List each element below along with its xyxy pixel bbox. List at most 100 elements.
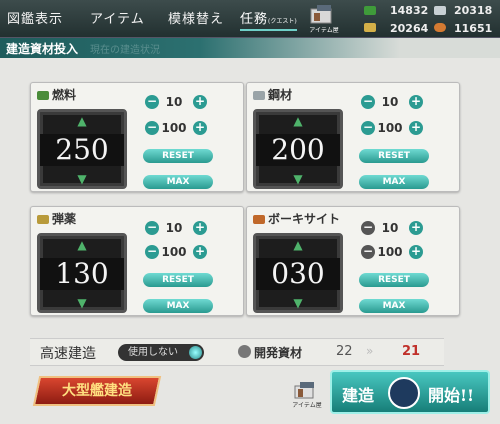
start-build-label-1: 建造 bbox=[342, 386, 375, 405]
tab-encyclopedia[interactable]: 図鑑表示 bbox=[7, 8, 63, 27]
ammo-plus-10-button[interactable]: + bbox=[193, 221, 207, 235]
fuel-decrease-arrow[interactable]: ▼ bbox=[75, 173, 89, 185]
section-header: 建造資材投入 現在の建造状況 bbox=[0, 38, 500, 58]
fuel-name: 燃料 bbox=[52, 88, 77, 102]
bauxite-icon bbox=[434, 23, 446, 32]
tab-quest[interactable]: 任務(クエスト) bbox=[240, 8, 297, 31]
ammo-step-10: 10 bbox=[165, 221, 183, 235]
steel-plus-100-button[interactable]: + bbox=[409, 121, 423, 135]
fuel-increase-arrow[interactable]: ▲ bbox=[75, 115, 89, 127]
bauxite-plus-10-button[interactable]: + bbox=[409, 221, 423, 235]
fuel-value: 250 bbox=[40, 134, 124, 166]
dev-material-label: 開発資材 bbox=[254, 346, 303, 360]
bauxite-value: 030 bbox=[256, 258, 340, 290]
bauxite-minus-100-button[interactable]: − bbox=[361, 245, 375, 259]
steel-title: 鋼材 bbox=[253, 86, 292, 103]
fuel-count: 14832 bbox=[390, 4, 429, 17]
section-ghost-text: 現在の建造状況 bbox=[90, 45, 160, 56]
fuel-minus-100-button[interactable]: − bbox=[145, 121, 159, 135]
ammo-value: 130 bbox=[40, 258, 124, 290]
fuel-title-icon bbox=[37, 91, 49, 100]
fast-build-toggle[interactable]: 使用しない bbox=[118, 344, 204, 361]
ammo-title: 弾薬 bbox=[37, 210, 76, 227]
ammo-icon bbox=[364, 23, 376, 32]
steel-decrease-arrow[interactable]: ▼ bbox=[291, 173, 305, 185]
dev-material-current: 22 bbox=[336, 344, 353, 359]
fast-build-row: 高速建造 使用しない 開発資材 22 » 21 bbox=[30, 338, 444, 366]
bauxite-counter: ▲ 030 ▼ bbox=[253, 233, 343, 313]
steel-minus-100-button[interactable]: − bbox=[361, 121, 375, 135]
steel-max-button[interactable]: MAX bbox=[359, 175, 429, 189]
fast-build-label: 高速建造 bbox=[40, 346, 96, 362]
steel-step-10: 10 bbox=[381, 95, 399, 109]
tab-furniture[interactable]: 模様替え bbox=[168, 8, 224, 27]
fuel-reset-button[interactable]: RESET bbox=[143, 149, 213, 163]
dev-material-after: 21 bbox=[402, 344, 421, 359]
start-build-button[interactable]: 建造 開始!! bbox=[330, 370, 490, 414]
top-bar: 図鑑表示 アイテム 模様替え 任務(クエスト) アイテム屋 14832 2031… bbox=[0, 0, 500, 38]
item-shop-button[interactable]: アイテム屋 bbox=[305, 3, 343, 35]
bauxite-increase-arrow[interactable]: ▲ bbox=[291, 239, 305, 251]
shop-icon bbox=[294, 382, 314, 399]
steel-minus-10-button[interactable]: − bbox=[361, 95, 375, 109]
steel-plus-10-button[interactable]: + bbox=[409, 95, 423, 109]
steel-name: 鋼材 bbox=[268, 88, 293, 102]
bauxite-reset-button[interactable]: RESET bbox=[359, 273, 429, 287]
ammo-minus-10-button[interactable]: − bbox=[145, 221, 159, 235]
bauxite-step-10: 10 bbox=[381, 221, 399, 235]
ammo-panel: 弾薬 ▲ 130 ▼ − 10 + − 100 + RESET MAX bbox=[30, 206, 244, 316]
ammo-increase-arrow[interactable]: ▲ bbox=[75, 239, 89, 251]
ammo-name: 弾薬 bbox=[52, 212, 77, 226]
ammo-decrease-arrow[interactable]: ▼ bbox=[75, 297, 89, 309]
steel-panel: 鋼材 ▲ 200 ▼ − 10 + − 100 + RESET MAX bbox=[246, 82, 460, 192]
steel-reset-button[interactable]: RESET bbox=[359, 149, 429, 163]
ammo-counter: ▲ 130 ▼ bbox=[37, 233, 127, 313]
tab-quest-label: 任務 bbox=[240, 12, 269, 27]
fuel-step-10: 10 bbox=[165, 95, 183, 109]
fuel-icon bbox=[364, 6, 376, 15]
fuel-max-button[interactable]: MAX bbox=[143, 175, 213, 189]
large-build-button[interactable]: 大型艦建造 bbox=[32, 376, 162, 406]
steel-count: 20318 bbox=[454, 4, 493, 17]
dev-material-icon bbox=[238, 345, 251, 358]
ammo-max-button[interactable]: MAX bbox=[143, 299, 213, 313]
steel-icon bbox=[434, 6, 446, 15]
bauxite-minus-10-button[interactable]: − bbox=[361, 221, 375, 235]
section-title: 建造資材投入 bbox=[6, 42, 79, 56]
fast-build-toggle-text: 使用しない bbox=[128, 347, 178, 358]
game-screen: 図鑑表示 アイテム 模様替え 任務(クエスト) アイテム屋 14832 2031… bbox=[0, 0, 500, 424]
bauxite-name: ボーキサイト bbox=[268, 212, 341, 226]
bauxite-step-100: 100 bbox=[377, 245, 403, 259]
item-shop-button-bottom[interactable]: アイテム屋 bbox=[290, 380, 324, 410]
bauxite-panel: ボーキサイト ▲ 030 ▼ − 10 + − 100 + RESET MAX bbox=[246, 206, 460, 316]
fuel-plus-100-button[interactable]: + bbox=[193, 121, 207, 135]
tab-items[interactable]: アイテム bbox=[90, 8, 145, 27]
ammo-title-icon bbox=[37, 215, 49, 224]
bauxite-decrease-arrow[interactable]: ▼ bbox=[291, 297, 305, 309]
fuel-title: 燃料 bbox=[37, 86, 76, 103]
ammo-plus-100-button[interactable]: + bbox=[193, 245, 207, 259]
steel-increase-arrow[interactable]: ▲ bbox=[291, 115, 305, 127]
fuel-counter: ▲ 250 ▼ bbox=[37, 109, 127, 189]
ammo-minus-100-button[interactable]: − bbox=[145, 245, 159, 259]
tab-quest-sub: (クエスト) bbox=[268, 18, 297, 25]
ammo-reset-button[interactable]: RESET bbox=[143, 273, 213, 287]
shop-icon bbox=[310, 5, 332, 24]
bauxite-plus-100-button[interactable]: + bbox=[409, 245, 423, 259]
steel-title-icon bbox=[253, 91, 265, 100]
fairy-icon bbox=[388, 377, 420, 409]
fuel-step-100: 100 bbox=[161, 121, 187, 135]
fuel-panel: 燃料 ▲ 250 ▼ − 10 + − 100 + RESET MAX bbox=[30, 82, 244, 192]
chevron-right-icon: » bbox=[366, 344, 374, 358]
shop-label-bottom: アイテム屋 bbox=[292, 402, 322, 409]
steel-counter: ▲ 200 ▼ bbox=[253, 109, 343, 189]
start-build-label-2: 開始!! bbox=[428, 386, 475, 405]
fuel-plus-10-button[interactable]: + bbox=[193, 95, 207, 109]
fuel-minus-10-button[interactable]: − bbox=[145, 95, 159, 109]
bauxite-max-button[interactable]: MAX bbox=[359, 299, 429, 313]
shop-label: アイテム屋 bbox=[309, 27, 339, 34]
steel-value: 200 bbox=[256, 134, 340, 166]
ammo-step-100: 100 bbox=[161, 245, 187, 259]
bauxite-title-icon bbox=[253, 215, 265, 224]
bauxite-title: ボーキサイト bbox=[253, 210, 340, 227]
